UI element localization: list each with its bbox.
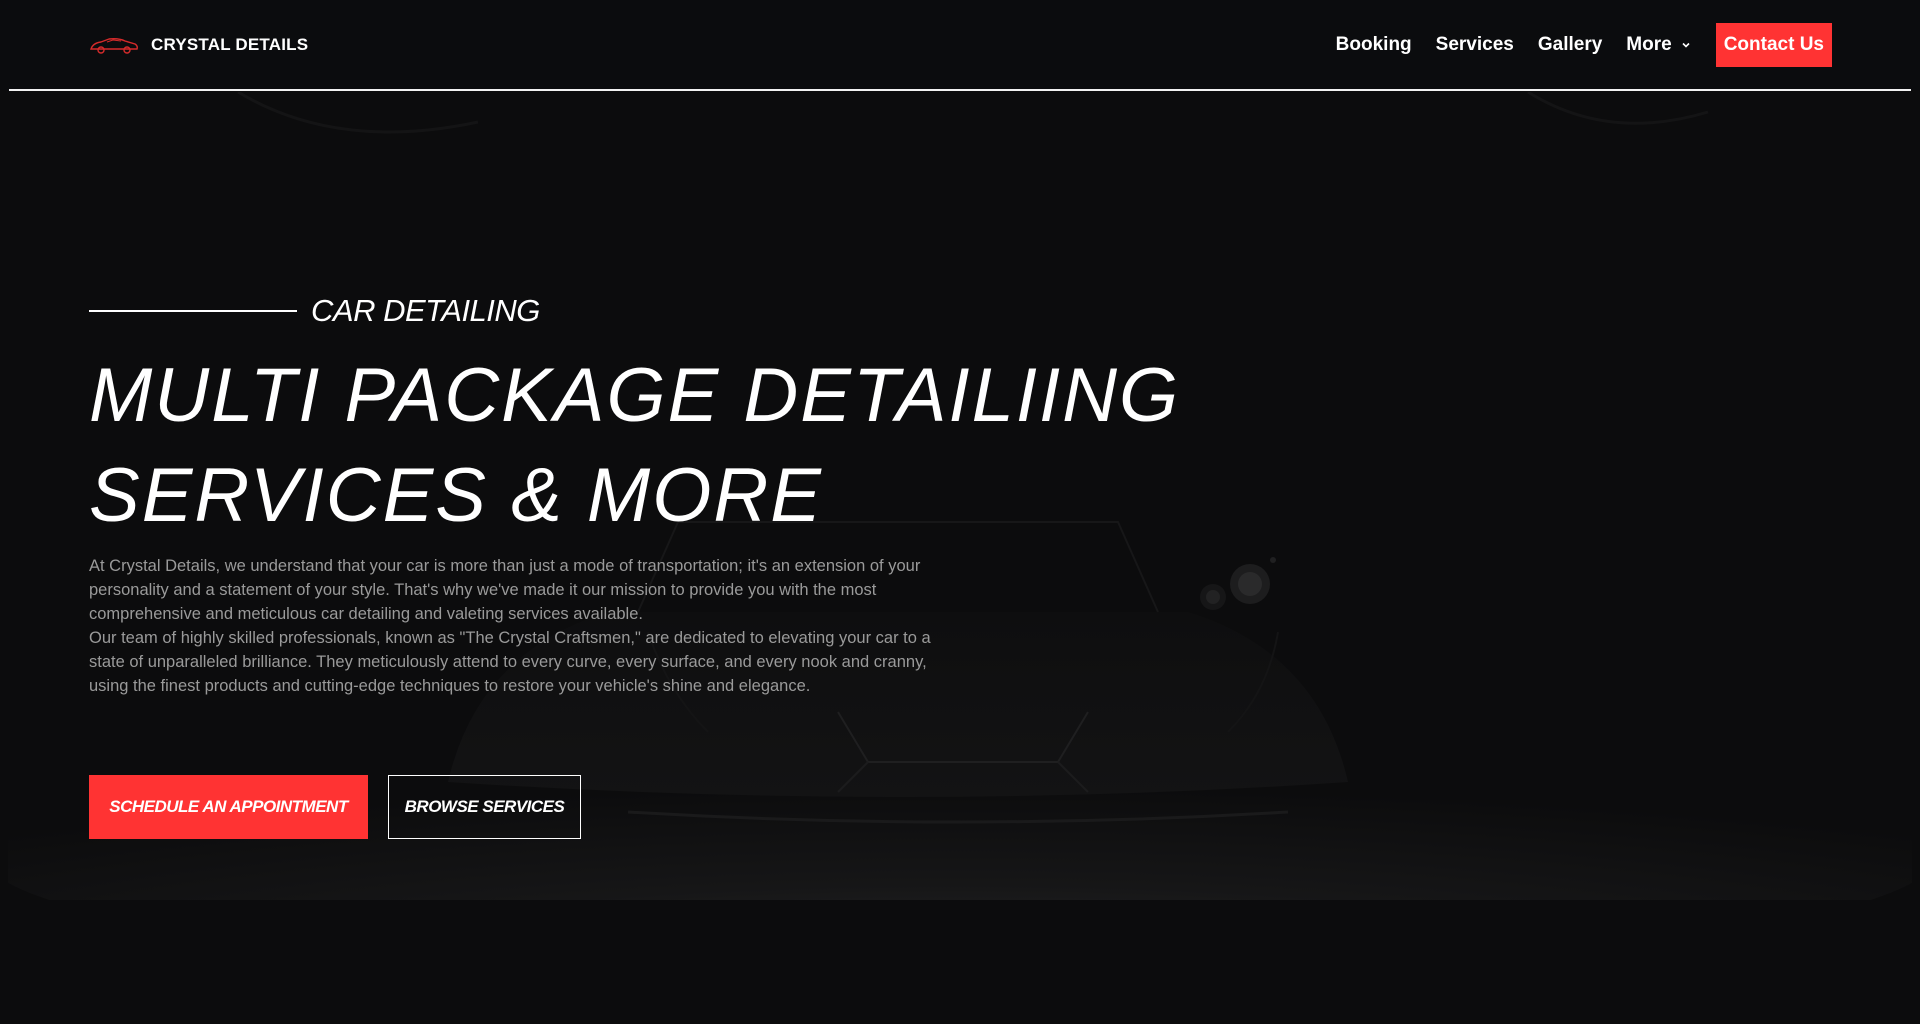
brand[interactable]: CRYSTAL DETAILS bbox=[89, 30, 308, 60]
eyebrow-rule bbox=[89, 310, 297, 312]
page: CRYSTAL DETAILS Booking Services Gallery… bbox=[0, 0, 1920, 1024]
hero-paragraph-1: At Crystal Details, we understand that y… bbox=[89, 557, 921, 623]
sports-car-icon bbox=[90, 38, 138, 54]
hero-eyebrow: CAR DETAILING bbox=[89, 293, 540, 329]
site-header: CRYSTAL DETAILS Booking Services Gallery… bbox=[0, 0, 1920, 90]
hero-headline: MULTI PACKAGE DETAILIING SERVICES & MORE bbox=[89, 346, 1289, 546]
nav-gallery[interactable]: Gallery bbox=[1538, 34, 1602, 56]
hero-paragraph-2: Our team of highly skilled professionals… bbox=[89, 629, 931, 695]
eyebrow-text: CAR DETAILING bbox=[311, 293, 540, 328]
nav-more[interactable]: More bbox=[1626, 34, 1691, 56]
header-divider bbox=[9, 89, 1911, 91]
browse-services-button[interactable]: BROWSE SERVICES bbox=[388, 775, 581, 839]
hero-bottom-fade bbox=[0, 900, 1920, 1024]
hero-description: At Crystal Details, we understand that y… bbox=[89, 554, 969, 698]
main-nav: Booking Services Gallery More Contact Us bbox=[1336, 23, 1832, 67]
hero-actions: SCHEDULE AN APPOINTMENT BROWSE SERVICES bbox=[89, 775, 581, 839]
nav-services[interactable]: Services bbox=[1436, 34, 1514, 56]
chevron-down-icon bbox=[1682, 42, 1690, 48]
schedule-appointment-button[interactable]: SCHEDULE AN APPOINTMENT bbox=[89, 775, 368, 839]
nav-booking[interactable]: Booking bbox=[1336, 34, 1412, 56]
contact-us-button[interactable]: Contact Us bbox=[1715, 23, 1832, 67]
headline-line-1: MULTI PACKAGE DETAILIING bbox=[89, 353, 1181, 438]
headline-line-2: SERVICES & MORE bbox=[89, 453, 823, 538]
brand-name: CRYSTAL DETAILS bbox=[151, 35, 309, 54]
nav-more-label: More bbox=[1626, 34, 1672, 55]
